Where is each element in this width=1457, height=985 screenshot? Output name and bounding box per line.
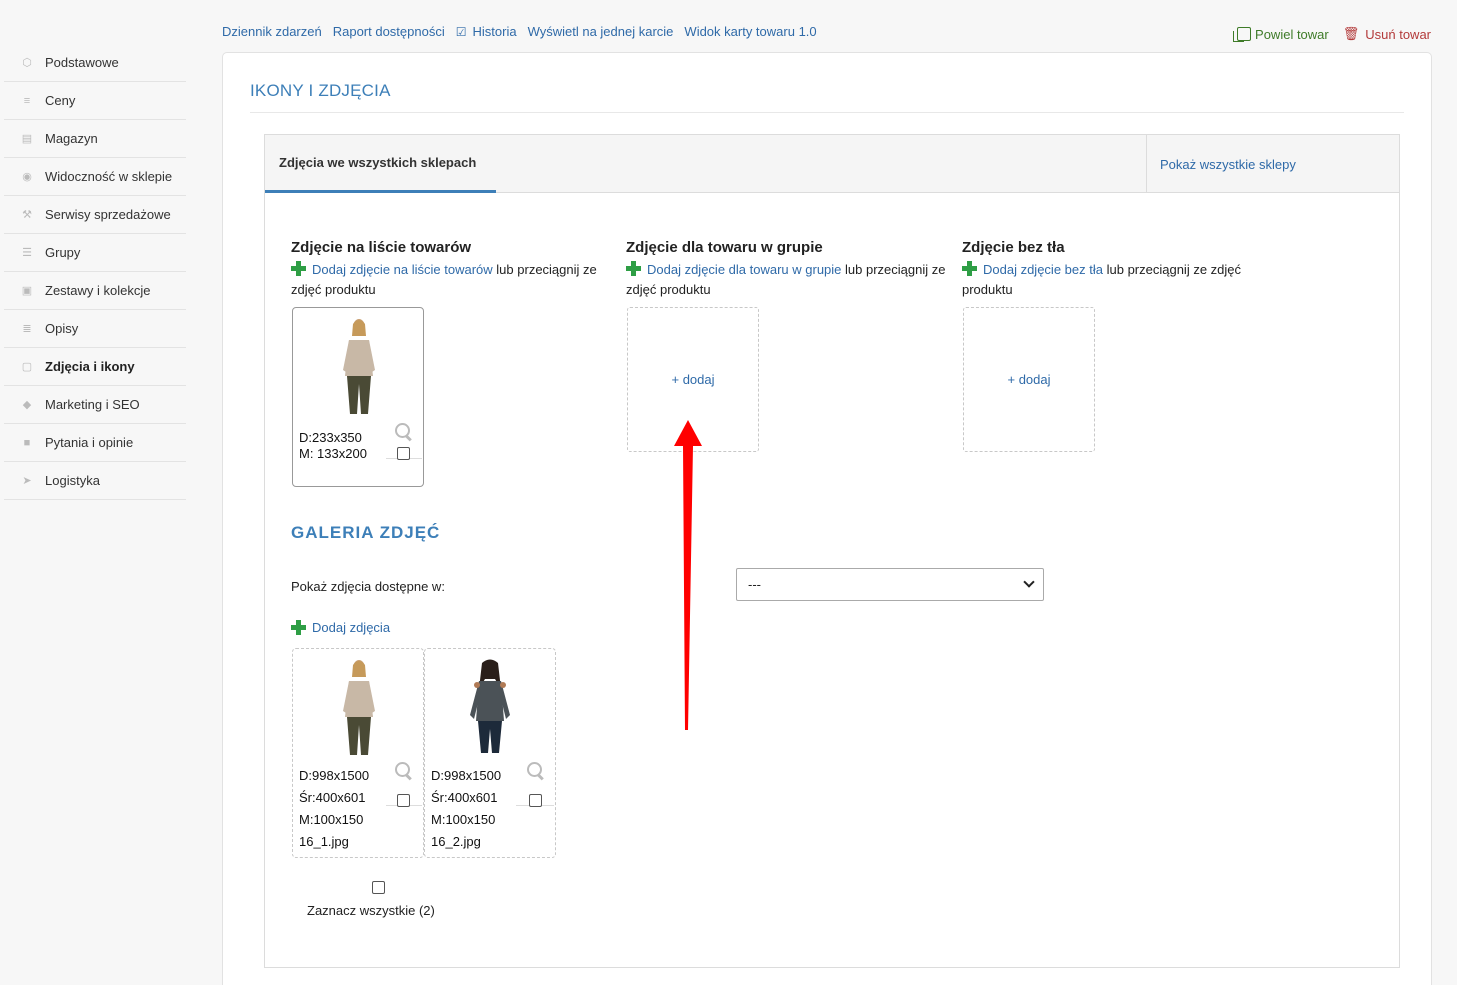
sidebar-item-widocznosc[interactable]: ◉ Widoczność w sklepie	[4, 158, 186, 196]
photo-dimensions-d: D:998x1500	[299, 768, 370, 783]
sidebar-item-ceny[interactable]: ≡ Ceny	[4, 82, 186, 120]
list-target-link[interactable]: na liście towarów	[394, 262, 493, 277]
nobg-image-section: Zdjęcie bez tła Dodaj zdjęcie bez tła lu…	[962, 239, 1262, 300]
thumb-dimensions-m: M: 133x200	[299, 446, 367, 461]
sidebar-item-podstawowe[interactable]: ⬡ Podstawowe	[4, 44, 186, 82]
gavel-icon: ⚒	[22, 209, 32, 221]
lines-icon: ≣	[22, 323, 32, 335]
panel-title: IKONY I ZDJĘCIA	[250, 81, 391, 100]
plus-icon[interactable]	[626, 261, 641, 276]
group-image-title: Zdjęcie dla towaru w grupie	[626, 239, 823, 256]
coins-icon: ≡	[23, 94, 31, 107]
add-photos-button[interactable]: Dodaj zdjęcia	[291, 620, 390, 635]
layers-icon: ☰	[22, 247, 32, 259]
add-list-image-link[interactable]: Dodaj zdjęcie	[312, 262, 390, 277]
top-links: Dziennik zdarzeń Raport dostępności ☑ His…	[222, 24, 817, 39]
copy-icon	[1233, 27, 1252, 42]
main-panel: IKONY I ZDJĘCIA Zdjęcia we wszystkich sk…	[222, 52, 1432, 985]
photo-checkbox[interactable]	[397, 794, 410, 807]
tag-icon: ◆	[22, 399, 32, 411]
edit-icon: ☑	[455, 24, 467, 39]
gallery-title: GALERIA ZDJĘĆ	[291, 523, 441, 542]
zoom-icon[interactable]	[527, 762, 545, 780]
card-view-link[interactable]: Widok karty towaru 1.0	[684, 24, 816, 39]
list-image-title: Zdjęcie na liście towarów	[291, 239, 472, 256]
delete-button[interactable]: 🗑 Usuń towar	[1343, 26, 1431, 42]
product-photo-grey	[470, 659, 510, 753]
photo-dimensions-sr: Śr:400x601	[431, 790, 498, 805]
product-photo-beige	[343, 660, 375, 755]
gallery-photo[interactable]: D:998x1500 Śr:400x601 M:100x150 16_1.jpg	[292, 648, 424, 858]
availability-report-link[interactable]: Raport dostępności	[333, 24, 445, 39]
sidebar-item-logistyka[interactable]: ➤ Logistyka	[4, 462, 186, 500]
plus-icon	[291, 620, 306, 635]
zoom-icon[interactable]	[395, 762, 413, 780]
shop-select[interactable]: ---	[736, 568, 1044, 601]
tab-all-shops[interactable]: Zdjęcia we wszystkich sklepach	[265, 135, 496, 193]
add-nobg-image-link[interactable]: Dodaj zdjęcie	[983, 262, 1061, 277]
annotation-arrow	[674, 420, 702, 730]
product-photo-beige	[343, 319, 375, 414]
list-thumb-checkbox[interactable]	[397, 447, 410, 460]
photo-filename: 16_1.jpg	[299, 834, 349, 849]
photo-checkbox[interactable]	[529, 794, 542, 807]
group-image-section: Zdjęcie dla towaru w grupie Dodaj zdjęci…	[626, 239, 946, 300]
sidebar-item-zdjecia[interactable]: ▢ Zdjęcia i ikony	[4, 348, 186, 386]
add-nobg-image-dropzone[interactable]: + dodaj	[963, 307, 1095, 452]
sidebar-item-zestawy[interactable]: ▣ Zestawy i kolekcje	[4, 272, 186, 310]
sidebar-item-magazyn[interactable]: ▤ Magazyn	[4, 120, 186, 158]
cube-icon: ⬡	[22, 57, 32, 69]
shop-select-value: ---	[748, 577, 761, 592]
box-icon: ▤	[21, 133, 33, 145]
sidebar-item-pytania[interactable]: ■ Pytania i opinie	[4, 424, 186, 462]
group-target-link[interactable]: dla towaru w grupie	[729, 262, 842, 277]
show-all-shops-link[interactable]: Pokaż wszystkie sklepy	[1146, 135, 1399, 193]
images-box: Zdjęcia we wszystkich sklepach Pokaż wsz…	[264, 134, 1400, 968]
photo-filename: 16_2.jpg	[431, 834, 481, 849]
eye-icon: ◉	[22, 171, 32, 183]
list-image-section: Zdjęcie na liście towarów Dodaj zdjęcie …	[291, 239, 621, 300]
nobg-image-title: Zdjęcie bez tła	[962, 239, 1065, 256]
select-all-checkbox[interactable]	[372, 881, 385, 894]
plus-icon[interactable]	[962, 261, 977, 276]
product-actions: Powiel towar 🗑 Usuń towar	[1233, 26, 1431, 42]
gallery-photo[interactable]: D:998x1500 Śr:400x601 M:100x150 16_2.jpg	[424, 648, 556, 858]
chevron-down-icon	[1023, 576, 1035, 588]
collection-icon: ▣	[21, 285, 33, 297]
camera-icon: ▢	[21, 361, 33, 373]
duplicate-button[interactable]: Powiel towar	[1233, 26, 1329, 42]
history-link[interactable]: ☑ Historia	[456, 24, 517, 39]
nobg-target-link[interactable]: bez tła	[1065, 262, 1103, 277]
photo-dimensions-d: D:998x1500	[431, 768, 502, 783]
photo-dimensions-m: M:100x150	[431, 812, 496, 827]
divider	[250, 112, 1404, 113]
single-card-link[interactable]: Wyświetl na jednej karcie	[528, 24, 674, 39]
zoom-icon[interactable]	[395, 423, 413, 441]
photo-dimensions-sr: Śr:400x601	[299, 790, 366, 805]
trash-icon: 🗑	[1342, 26, 1360, 41]
event-log-link[interactable]: Dziennik zdarzeń	[222, 24, 322, 39]
chat-icon: ■	[23, 436, 31, 449]
plane-icon: ➤	[22, 475, 32, 487]
thumb-dimensions-d: D:233x350	[299, 430, 362, 445]
add-group-image-link[interactable]: Dodaj zdjęcie	[647, 262, 725, 277]
select-all-label: Zaznacz wszystkie (2)	[307, 903, 435, 918]
sidebar-item-grupy[interactable]: ☰ Grupy	[4, 234, 186, 272]
plus-icon[interactable]	[291, 261, 306, 276]
list-image-thumb[interactable]: D:233x350 M: 133x200	[292, 307, 424, 487]
sidebar: ⬡ Podstawowe ≡ Ceny ▤ Magazyn ◉ Widoczność w…	[0, 44, 186, 500]
sidebar-item-serwisy[interactable]: ⚒ Serwisy sprzedażowe	[4, 196, 186, 234]
photo-dimensions-m: M:100x150	[299, 812, 364, 827]
sidebar-item-opisy[interactable]: ≣ Opisy	[4, 310, 186, 348]
shop-tabs: Zdjęcia we wszystkich sklepach Pokaż wsz…	[265, 135, 1399, 193]
show-available-label: Pokaż zdjęcia dostępne w:	[291, 579, 445, 594]
sidebar-item-marketing[interactable]: ◆ Marketing i SEO	[4, 386, 186, 424]
